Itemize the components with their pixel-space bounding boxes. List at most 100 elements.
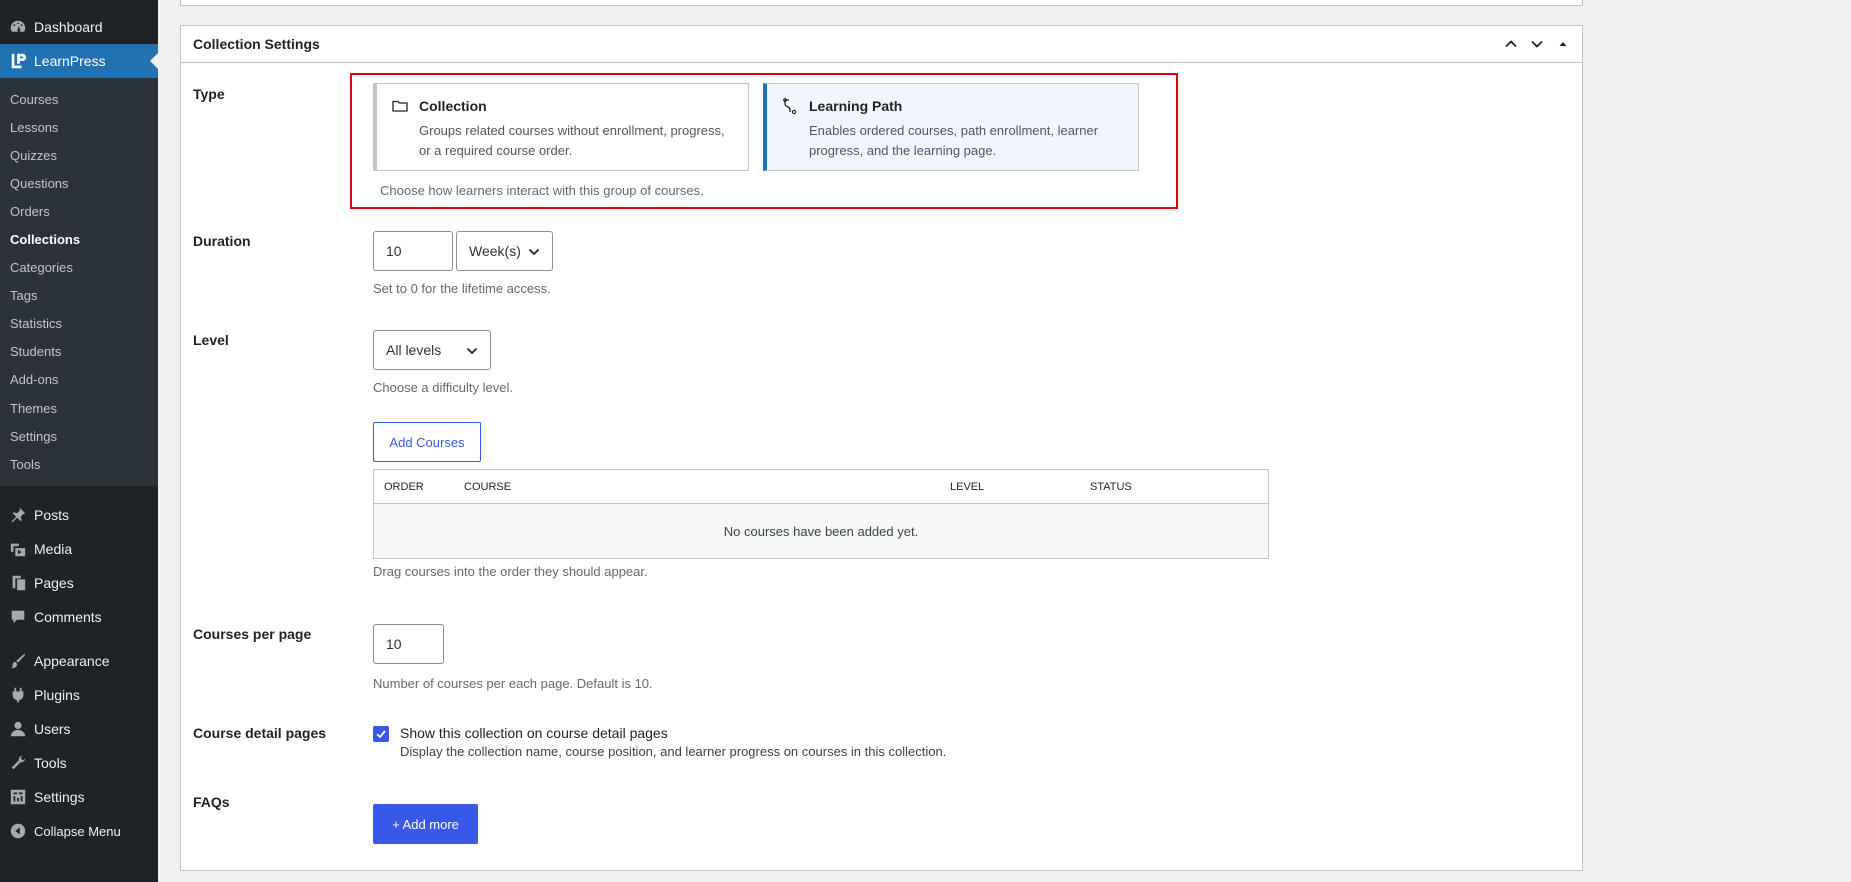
type-option-collection-desc: Groups related courses without enrollmen… <box>419 123 725 158</box>
column-level: LEVEL <box>950 481 985 493</box>
type-option-learning-path-title: Learning Path <box>809 98 903 114</box>
courses-per-page-help-text: Number of courses per each page. Default… <box>373 676 653 691</box>
course-detail-help-text: Display the collection name, course posi… <box>400 744 947 759</box>
type-option-collection[interactable]: Collection Groups related courses withou… <box>373 83 749 171</box>
column-status: STATUS <box>1090 481 1132 493</box>
menu-pages[interactable]: Pages <box>0 566 158 600</box>
chevron-down-icon <box>528 248 540 256</box>
submenu-tools[interactable]: Tools <box>0 450 158 478</box>
submenu-tags[interactable]: Tags <box>0 282 158 310</box>
duration-value-input[interactable] <box>373 231 453 271</box>
move-up-button[interactable] <box>1498 31 1524 57</box>
duration-unit-select[interactable]: Week(s) <box>456 231 553 271</box>
sidebar-top-spacer <box>0 0 158 10</box>
media-icon <box>8 539 28 559</box>
submenu-categories[interactable]: Categories <box>0 254 158 282</box>
learnpress-submenu: Courses Lessons Quizzes Questions Orders… <box>0 78 158 487</box>
route-icon <box>783 98 797 115</box>
admin-sidebar: Dashboard LearnPress Courses Lessons Qui… <box>0 0 158 882</box>
duration-help-text: Set to 0 for the lifetime access. <box>373 281 551 296</box>
faqs-label: FAQs <box>193 794 230 810</box>
course-detail-label: Course detail pages <box>193 725 327 741</box>
toggle-panel-button[interactable] <box>1550 31 1576 57</box>
menu-users-label: Users <box>34 721 71 738</box>
comment-icon <box>8 607 28 627</box>
collapse-icon <box>8 821 28 841</box>
courses-table-header: ORDER COURSE LEVEL STATUS <box>374 470 1268 504</box>
panel-title: Collection Settings <box>193 36 320 52</box>
level-label: Level <box>193 332 229 348</box>
submenu-questions[interactable]: Questions <box>0 169 158 197</box>
dashboard-icon <box>8 17 28 37</box>
menu-posts-label: Posts <box>34 507 70 524</box>
submenu-quizzes[interactable]: Quizzes <box>0 141 158 169</box>
courses-table: ORDER COURSE LEVEL STATUS No courses hav… <box>373 469 1269 559</box>
menu-collapse-label: Collapse Menu <box>34 823 121 839</box>
type-option-learning-path[interactable]: Learning Path Enables ordered courses, p… <box>763 83 1139 171</box>
course-detail-checkbox-label[interactable]: Show this collection on course detail pa… <box>400 725 668 741</box>
menu-comments-label: Comments <box>34 609 102 626</box>
chevron-down-icon <box>1531 40 1543 48</box>
menu-collapse[interactable]: Collapse Menu <box>0 814 158 848</box>
menu-dashboard-label: Dashboard <box>34 19 103 35</box>
courses-table-empty: No courses have been added yet. <box>374 504 1268 558</box>
menu-pages-label: Pages <box>34 575 74 592</box>
previous-panel <box>180 0 1583 6</box>
chevron-up-icon <box>1505 40 1517 48</box>
panel-header: Collection Settings <box>181 26 1582 63</box>
level-select[interactable]: All levels <box>373 330 491 370</box>
menu-settings-label: Settings <box>34 789 85 806</box>
settings-icon <box>8 787 28 807</box>
panel-controls <box>1498 31 1582 57</box>
menu-learnpress[interactable]: LearnPress <box>0 44 158 78</box>
folder-icon <box>392 100 408 112</box>
submenu-collections[interactable]: Collections <box>0 225 158 253</box>
menu-plugins-label: Plugins <box>34 687 80 704</box>
add-courses-button[interactable]: Add Courses <box>373 422 481 462</box>
level-value: All levels <box>386 342 442 358</box>
level-help-text: Choose a difficulty level. <box>373 380 513 395</box>
menu-comments[interactable]: Comments <box>0 600 158 634</box>
submenu-lessons[interactable]: Lessons <box>0 113 158 141</box>
menu-separator <box>0 486 158 498</box>
submenu-statistics[interactable]: Statistics <box>0 310 158 338</box>
submenu-students[interactable]: Students <box>0 338 158 366</box>
duration-label: Duration <box>193 233 251 249</box>
pages-icon <box>8 573 28 593</box>
type-help-text: Choose how learners interact with this g… <box>380 183 704 198</box>
add-more-faq-button[interactable]: + Add more <box>373 804 478 844</box>
submenu-orders[interactable]: Orders <box>0 197 158 225</box>
submenu-courses[interactable]: Courses <box>0 85 158 113</box>
type-option-learning-path-desc: Enables ordered courses, path enrollment… <box>809 123 1099 158</box>
menu-learnpress-label: LearnPress <box>34 53 106 69</box>
type-option-collection-title: Collection <box>419 98 487 114</box>
column-order: ORDER <box>384 481 424 493</box>
menu-settings[interactable]: Settings <box>0 780 158 814</box>
submenu-settings[interactable]: Settings <box>0 422 158 450</box>
checkmark-icon <box>376 730 386 739</box>
menu-posts[interactable]: Posts <box>0 498 158 532</box>
menu-plugins[interactable]: Plugins <box>0 678 158 712</box>
menu-appearance[interactable]: Appearance <box>0 644 158 678</box>
move-down-button[interactable] <box>1524 31 1550 57</box>
menu-users[interactable]: Users <box>0 712 158 746</box>
chevron-down-icon <box>466 347 478 355</box>
courses-table-help-text: Drag courses into the order they should … <box>373 564 648 579</box>
menu-appearance-label: Appearance <box>34 653 110 670</box>
triangle-up-icon <box>1559 42 1567 46</box>
menu-media-label: Media <box>34 541 73 558</box>
course-detail-checkbox[interactable] <box>373 726 389 742</box>
submenu-addons[interactable]: Add-ons <box>0 366 158 394</box>
menu-tools-label: Tools <box>34 755 67 772</box>
paintbrush-icon <box>8 651 28 671</box>
menu-dashboard[interactable]: Dashboard <box>0 10 158 44</box>
submenu-themes[interactable]: Themes <box>0 394 158 422</box>
wrench-icon <box>8 753 28 773</box>
menu-media[interactable]: Media <box>0 532 158 566</box>
plugin-icon <box>8 685 28 705</box>
learnpress-icon <box>8 51 28 71</box>
courses-per-page-input[interactable] <box>373 624 444 664</box>
menu-tools[interactable]: Tools <box>0 746 158 780</box>
collection-settings-panel: Collection Settings Type Collection Grou… <box>180 25 1583 871</box>
courses-per-page-label: Courses per page <box>193 626 312 642</box>
